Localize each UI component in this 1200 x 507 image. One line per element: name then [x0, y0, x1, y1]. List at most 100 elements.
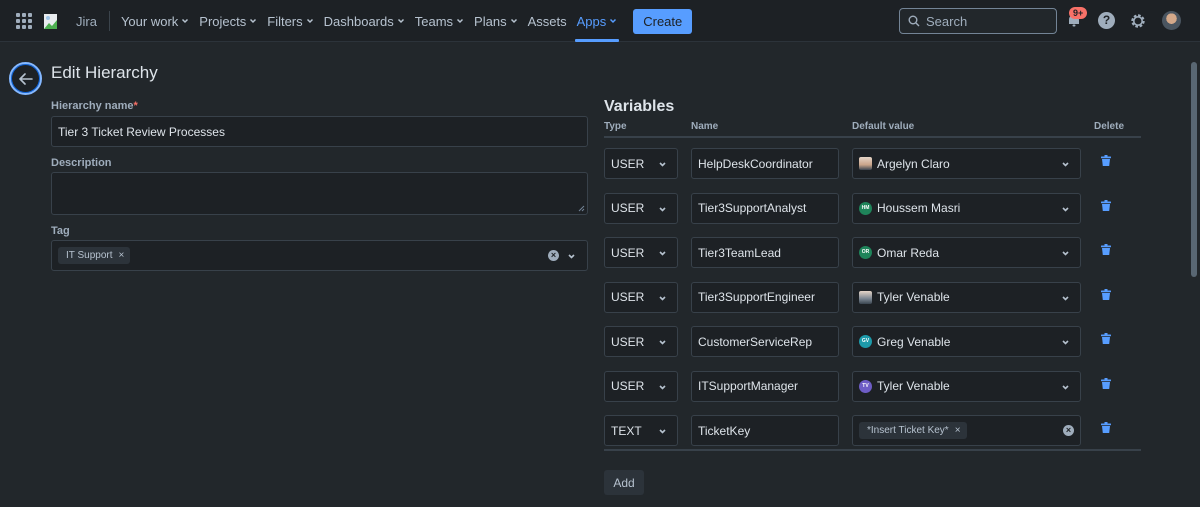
type-select[interactable]: USER	[604, 192, 678, 224]
chevron-down-icon[interactable]	[567, 252, 576, 261]
profile-avatar[interactable]	[1162, 11, 1181, 30]
default-text-select[interactable]: *Insert Ticket Key* × ×	[852, 415, 1081, 446]
clear-icon[interactable]: ×	[1063, 425, 1074, 436]
page-scrollbar[interactable]	[1191, 62, 1197, 277]
header-divider	[604, 136, 1141, 138]
type-select[interactable]: USER	[604, 148, 678, 179]
tag-select[interactable]: IT Support × ×	[51, 240, 588, 271]
variable-name-value: Tier3TeamLead	[698, 245, 781, 260]
add-variable-button[interactable]: Add	[604, 470, 644, 495]
user-avatar: TV	[859, 379, 872, 393]
default-user-name: Greg Venable	[877, 334, 951, 349]
variable-name-input[interactable]: Tier3SupportAnalyst	[691, 192, 839, 224]
default-user-select[interactable]: Argelyn Claro	[852, 148, 1081, 179]
variable-name-value: TicketKey	[698, 423, 751, 438]
trash-icon[interactable]	[1101, 199, 1111, 211]
back-button[interactable]	[9, 62, 42, 95]
nav-item-label: Dashboards	[323, 13, 394, 29]
variable-name-input[interactable]: Tier3SupportEngineer	[691, 281, 839, 313]
default-user-select[interactable]: Tyler Venable	[852, 281, 1081, 313]
default-user-name: Argelyn Claro	[877, 156, 950, 171]
app-name[interactable]: Jira	[76, 14, 97, 29]
help-icon[interactable]: ?	[1098, 12, 1115, 29]
search-input[interactable]: Search	[899, 8, 1057, 34]
required-indicator: *	[133, 100, 138, 112]
chevron-down-icon	[1062, 206, 1069, 212]
trash-icon[interactable]	[1101, 288, 1111, 300]
default-user-select[interactable]: HM Houssem Masri	[852, 192, 1081, 224]
nav-item-plans[interactable]: Plans	[474, 0, 518, 42]
variables-title: Variables	[604, 98, 675, 115]
jira-logo-icon[interactable]	[44, 13, 58, 29]
trash-icon[interactable]	[1101, 377, 1111, 389]
nav-item-label: Assets	[527, 13, 567, 29]
column-header-name: Name	[691, 121, 719, 132]
clear-icon[interactable]: ×	[548, 250, 559, 261]
default-user-select[interactable]: GV Greg Venable	[852, 326, 1081, 357]
chevron-down-icon	[397, 18, 404, 24]
chevron-down-icon	[610, 18, 617, 24]
description-textarea[interactable]	[51, 172, 588, 215]
nav-item-dashboards[interactable]: Dashboards	[324, 0, 405, 42]
tag-chip-label: IT Support	[66, 250, 113, 261]
create-button[interactable]: Create	[633, 8, 693, 34]
chevron-down-icon	[659, 251, 666, 256]
chevron-down-icon	[182, 18, 189, 24]
nav-item-teams[interactable]: Teams	[415, 0, 464, 42]
default-user-name: Tyler Venable	[877, 379, 950, 393]
chevron-down-icon	[659, 295, 666, 301]
nav-item-label: Projects	[199, 13, 247, 29]
variable-name-input[interactable]: ITSupportManager	[691, 370, 839, 402]
type-select[interactable]: USER	[604, 370, 678, 402]
nav-item-assets[interactable]: Assets	[528, 0, 567, 42]
search-icon	[908, 15, 920, 27]
type-select[interactable]: USER	[604, 281, 678, 313]
hierarchy-name-input[interactable]: Tier 3 Ticket Review Processes	[51, 116, 588, 147]
nav-item-filters[interactable]: Filters	[267, 0, 313, 42]
default-value-chip-label: *Insert Ticket Key*	[867, 425, 949, 436]
type-select[interactable]: USER	[604, 326, 678, 357]
nav-item-your-work[interactable]: Your work	[121, 0, 189, 42]
variable-name-value: CustomerServiceRep	[698, 334, 813, 349]
chevron-down-icon	[1062, 162, 1069, 167]
notifications-badge[interactable]: 9+	[1069, 7, 1088, 19]
trash-icon[interactable]	[1101, 155, 1111, 166]
trash-icon[interactable]	[1101, 422, 1111, 433]
remove-value-icon[interactable]: ×	[955, 425, 961, 436]
chevron-down-icon	[1062, 384, 1069, 390]
variable-name-input[interactable]: HelpDeskCoordinator	[691, 148, 839, 179]
resize-handle-icon[interactable]	[578, 205, 585, 212]
arrow-left-icon	[18, 72, 33, 85]
default-user-select[interactable]: OR Omar Reda	[852, 237, 1081, 268]
settings-gear-icon[interactable]	[1129, 12, 1147, 30]
type-value: TEXT	[611, 423, 642, 438]
tag-chip: IT Support ×	[58, 247, 131, 264]
variable-name-input[interactable]: TicketKey	[691, 415, 839, 446]
app-switcher-icon[interactable]	[16, 13, 32, 29]
remove-tag-icon[interactable]: ×	[119, 250, 125, 261]
variable-name-value: HelpDeskCoordinator	[698, 156, 813, 171]
trash-icon[interactable]	[1101, 244, 1111, 255]
nav-item-label: Plans	[474, 13, 507, 29]
column-header-delete: Delete	[1094, 121, 1125, 132]
type-select[interactable]: USER	[604, 237, 678, 268]
default-user-select[interactable]: TV Tyler Venable	[852, 370, 1081, 402]
variable-name-input[interactable]: Tier3TeamLead	[691, 237, 839, 268]
trash-icon[interactable]	[1101, 333, 1111, 344]
variable-name-input[interactable]: CustomerServiceRep	[691, 326, 839, 357]
type-select[interactable]: TEXT	[604, 415, 678, 446]
chevron-down-icon	[659, 340, 666, 345]
hierarchy-name-label-text: Hierarchy name	[51, 100, 134, 112]
variable-name-value: Tier3SupportAnalyst	[698, 201, 807, 215]
user-avatar	[859, 157, 872, 170]
nav-item-apps[interactable]: Apps	[574, 0, 619, 42]
nav-item-projects[interactable]: Projects	[199, 0, 257, 42]
chevron-down-icon	[659, 162, 666, 167]
chevron-down-icon	[1062, 340, 1069, 345]
tag-label: Tag	[51, 225, 70, 237]
variable-name-value: Tier3SupportEngineer	[698, 290, 815, 304]
user-avatar	[859, 290, 872, 304]
type-value: USER	[611, 334, 645, 349]
chevron-down-icon	[250, 18, 257, 24]
chevron-down-icon	[1062, 251, 1069, 256]
